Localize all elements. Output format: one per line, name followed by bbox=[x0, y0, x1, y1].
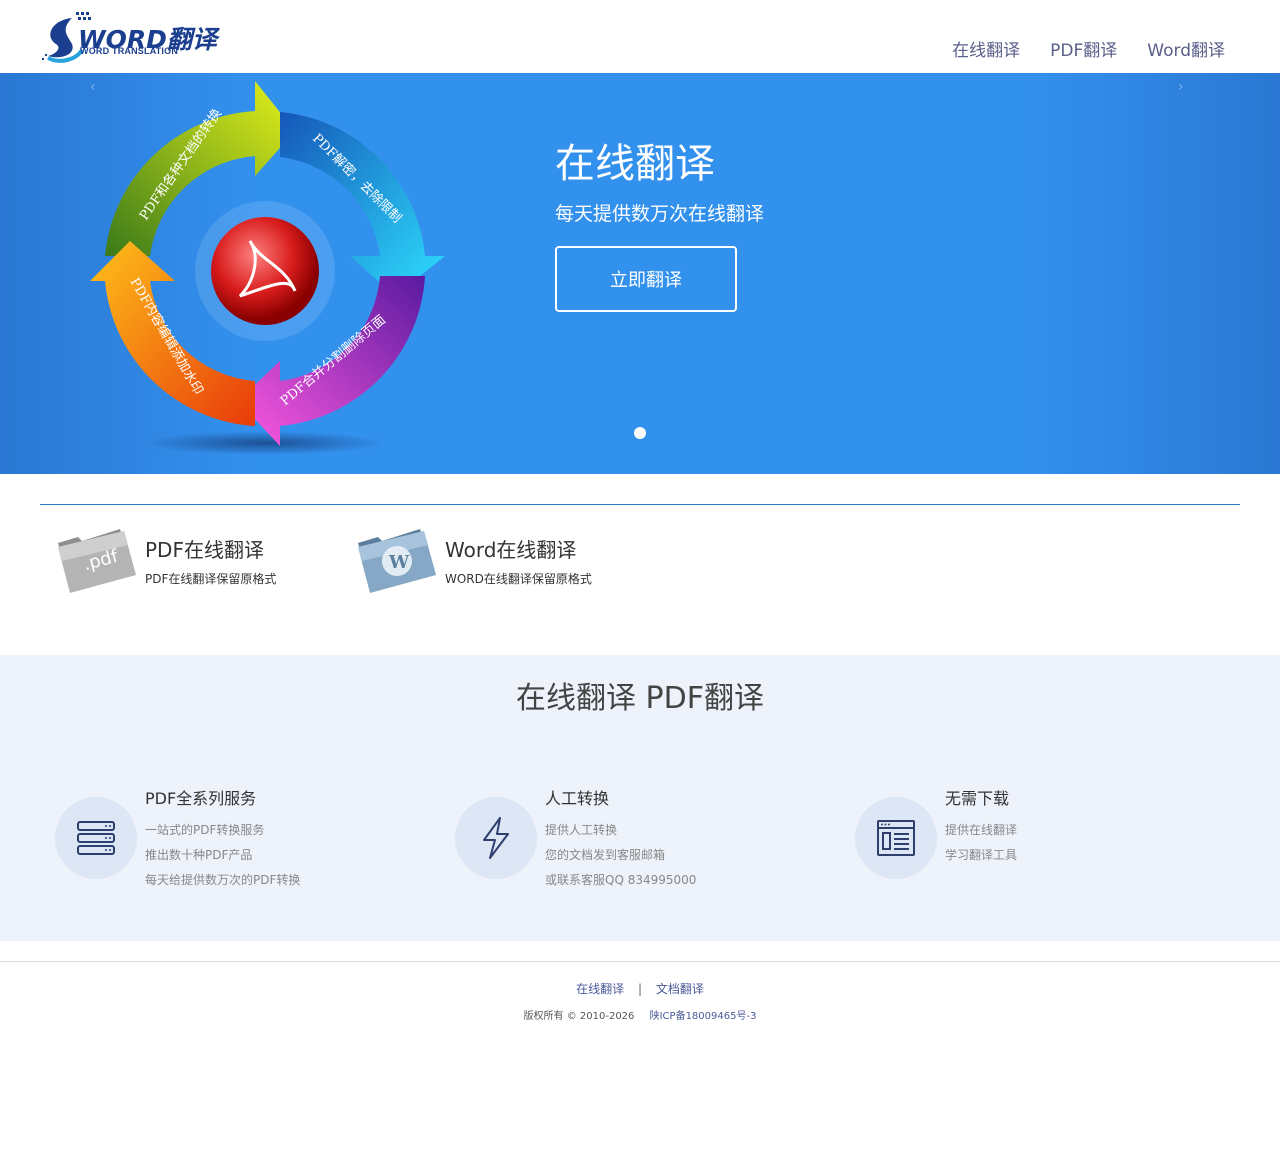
feature-line: 或联系客服QQ 834995000 bbox=[545, 873, 697, 887]
pdf-ball-icon bbox=[211, 217, 319, 325]
feature-line: 提供在线翻译 bbox=[945, 823, 1018, 837]
nav-pdf-translation[interactable]: PDF翻译 bbox=[1050, 36, 1117, 61]
site-header: WORD翻译 WORD TRANSLATION 在线翻译 PDF翻译 Word翻… bbox=[0, 0, 1280, 73]
feature-line: 学习翻译工具 bbox=[945, 848, 1018, 862]
carousel-dot[interactable] bbox=[634, 427, 646, 439]
footer-separator: | bbox=[637, 982, 643, 996]
copyright-text: 版权所有 © 2010-2026 bbox=[523, 1011, 635, 1022]
feature-line: 您的文档发到客服邮箱 bbox=[545, 848, 666, 862]
site-logo[interactable]: WORD翻译 WORD TRANSLATION bbox=[42, 10, 222, 66]
features-section: 在线翻译 PDF翻译 PDF全系列服务 一站式的PDF转换服务 推出数十种PDF… bbox=[0, 655, 1280, 941]
feature-icon-circle bbox=[855, 797, 937, 879]
service-desc: WORD在线翻译保留原格式 bbox=[445, 572, 592, 586]
service-title[interactable]: PDF在线翻译 bbox=[145, 534, 264, 563]
icp-link[interactable]: 陕ICP备18009465号-3 bbox=[650, 1011, 757, 1022]
footer-copyright: 版权所有 © 2010-2026 陕ICP备18009465号-3 bbox=[0, 1007, 1280, 1022]
section-divider bbox=[40, 504, 1240, 505]
pdf-folder-icon: .pdf bbox=[58, 529, 136, 593]
lightning-icon bbox=[483, 817, 509, 859]
footer-links: 在线翻译 | 文档翻译 bbox=[0, 980, 1280, 997]
features-title: 在线翻译 PDF翻译 bbox=[516, 681, 764, 716]
server-icon bbox=[77, 821, 115, 855]
feature-pdf-series: PDF全系列服务 一站式的PDF转换服务 推出数十种PDF产品 每天给提供数万次… bbox=[55, 785, 415, 905]
feature-line: 一站式的PDF转换服务 bbox=[145, 823, 265, 837]
carousel-next-icon[interactable]: › bbox=[1178, 79, 1184, 95]
feature-icon-circle bbox=[455, 797, 537, 879]
browser-window-icon bbox=[877, 820, 915, 856]
feature-manual-conversion: 人工转换 提供人工转换 您的文档发到客服邮箱 或联系客服QQ 834995000 bbox=[455, 785, 815, 905]
footer-link-document-translation[interactable]: 文档翻译 bbox=[656, 982, 704, 996]
feature-no-download: 无需下载 提供在线翻译 学习翻译工具 bbox=[855, 785, 1215, 905]
service-desc: PDF在线翻译保留原格式 bbox=[145, 572, 277, 586]
feature-line: 提供人工转换 bbox=[545, 823, 618, 837]
banner-title: 在线翻译 bbox=[555, 141, 715, 187]
main-nav: 在线翻译 PDF翻译 Word翻译 bbox=[952, 36, 1225, 61]
wordpress-folder-icon: W bbox=[358, 529, 436, 593]
hero-banner: ‹ › PDF和各种文档的转换 PDF解密，去除限制 PDF合并分割删除页面 P… bbox=[0, 73, 1280, 474]
pdf-cycle-illustration: PDF和各种文档的转换 PDF解密，去除限制 PDF合并分割删除页面 PDF内容… bbox=[90, 81, 445, 455]
cycle-shadow bbox=[145, 431, 385, 455]
footer-divider bbox=[0, 961, 1280, 962]
nav-word-translation[interactable]: Word翻译 bbox=[1147, 36, 1225, 61]
feature-icon-circle bbox=[55, 797, 137, 879]
translate-now-button[interactable]: 立即翻译 bbox=[555, 246, 737, 312]
service-title[interactable]: Word在线翻译 bbox=[445, 534, 576, 563]
svg-text:W: W bbox=[388, 552, 410, 573]
feature-title: PDF全系列服务 bbox=[145, 789, 257, 808]
nav-online-translation[interactable]: 在线翻译 bbox=[952, 36, 1020, 61]
banner-subtitle: 每天提供数万次在线翻译 bbox=[555, 203, 765, 225]
feature-title: 无需下载 bbox=[945, 789, 1010, 808]
feature-line: 推出数十种PDF产品 bbox=[145, 848, 253, 862]
logo-subtitle: WORD TRANSLATION bbox=[80, 46, 179, 56]
footer-link-online-translation[interactable]: 在线翻译 bbox=[576, 982, 624, 996]
feature-title: 人工转换 bbox=[545, 789, 610, 808]
feature-line: 每天给提供数万次的PDF转换 bbox=[145, 873, 301, 887]
